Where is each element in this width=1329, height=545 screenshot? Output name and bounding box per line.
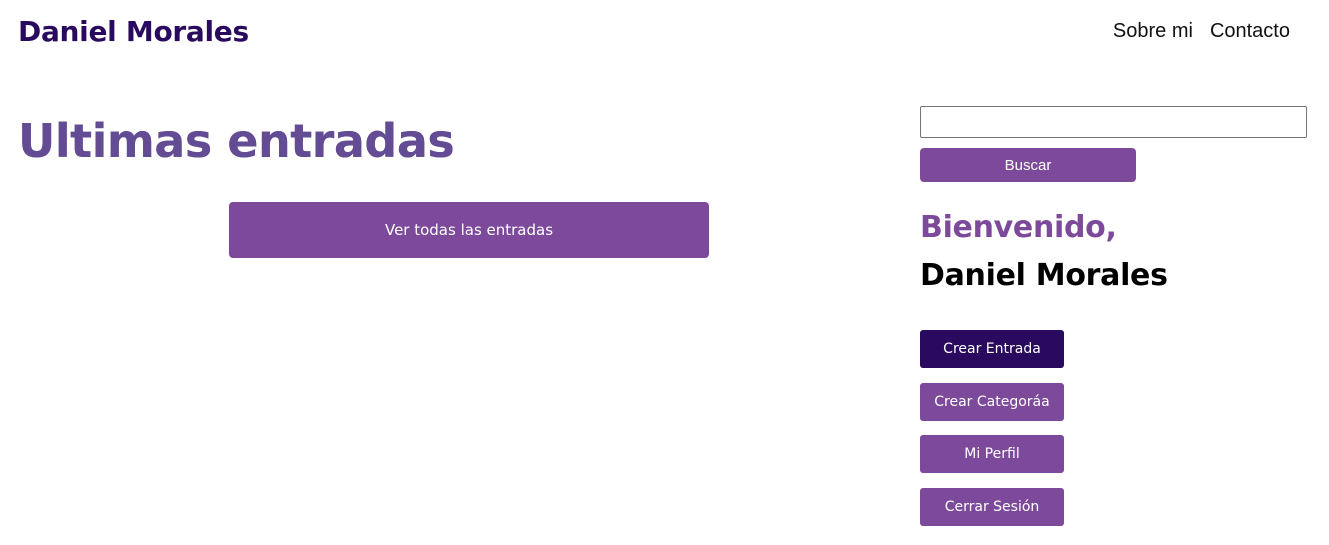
nav-link-contacto[interactable]: Contacto xyxy=(1210,18,1290,44)
nav-link-sobre-mi[interactable]: Sobre mi xyxy=(1113,18,1193,44)
logout-button[interactable]: Cerrar Sesión xyxy=(920,488,1064,526)
top-nav: Sobre mi Contacto xyxy=(1113,18,1290,44)
search-input[interactable] xyxy=(920,106,1307,138)
page: Daniel Morales Sobre mi Contacto Ultimas… xyxy=(0,0,1329,545)
user-name: Daniel Morales xyxy=(920,258,1168,293)
page-title: Ultimas entradas xyxy=(18,110,455,172)
my-profile-button[interactable]: Mi Perfil xyxy=(920,435,1064,473)
site-logo[interactable]: Daniel Morales xyxy=(18,12,249,52)
create-entry-button[interactable]: Crear Entrada xyxy=(920,330,1064,368)
welcome-heading: Bienvenido, xyxy=(920,210,1117,245)
create-category-button[interactable]: Crear Categoráa xyxy=(920,383,1064,421)
search-button[interactable]: Buscar xyxy=(920,148,1136,182)
view-all-entries-button[interactable]: Ver todas las entradas xyxy=(229,202,709,258)
